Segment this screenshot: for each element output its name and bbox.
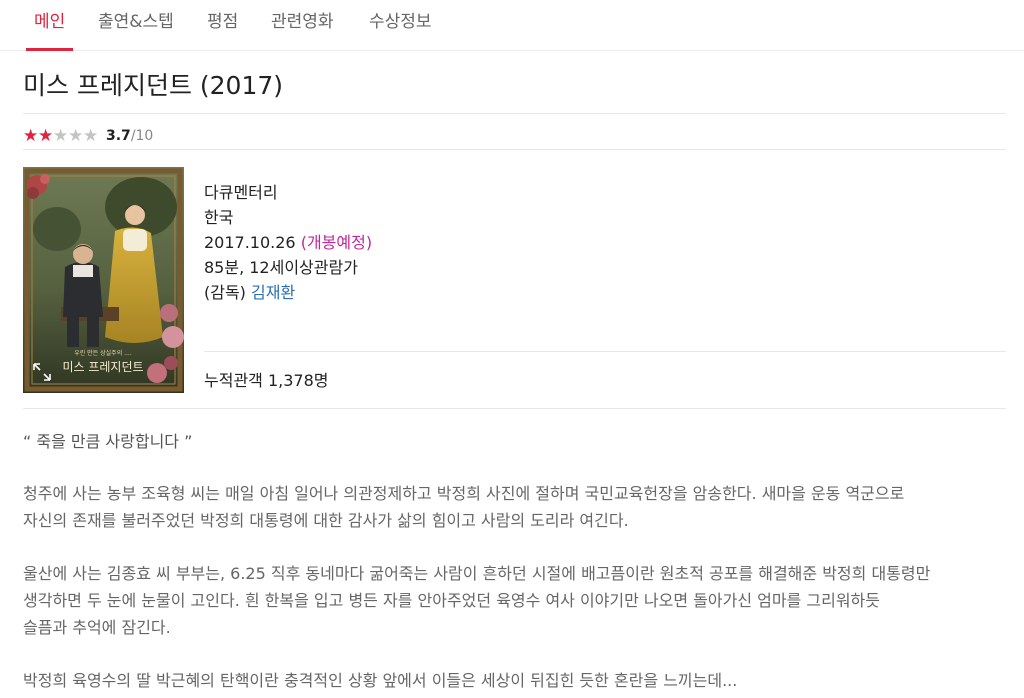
movie-poster[interactable]: 우린 만든 상실주의 .... 미스 프레지던트 [23, 167, 184, 393]
star-icon: ★ [53, 125, 69, 146]
release-date: 2017.10.26 [204, 233, 296, 252]
page-title: 미스 프레지던트 (2017) [23, 71, 284, 100]
director-label: (감독) [204, 283, 246, 302]
divider [23, 113, 1006, 114]
tab-awards[interactable]: 수상정보 [369, 10, 432, 50]
expand-icon[interactable] [32, 362, 52, 382]
tab-cast-staff[interactable]: 출연&스텝 [98, 10, 174, 50]
tab-ratings[interactable]: 평점 [207, 10, 238, 50]
director-info: (감독) 김재환 [204, 279, 295, 303]
divider [23, 408, 1006, 409]
tagline: “ 죽을 만큼 사랑합니다 ” [23, 432, 193, 451]
tab-bar: 메인 출연&스텝 평점 관련영화 수상정보 [0, 0, 1024, 51]
divider [23, 149, 1006, 150]
star-icon: ★ [23, 125, 39, 146]
synopsis-line: 슬픔과 추억에 잠긴다. [23, 618, 171, 637]
synopsis-line: 박정희 육영수의 딸 박근혜의 탄핵이란 충격적인 상황 앞에서 이들은 세상이… [23, 671, 738, 690]
synopsis-paragraph: 청주에 사는 농부 조육형 씨는 매일 아침 일어나 의관정제하고 박정희 사진… [23, 480, 1013, 534]
director-link[interactable]: 김재환 [251, 283, 295, 302]
audience-count: 누적관객 1,378명 [204, 371, 329, 390]
synopsis-paragraph: 울산에 사는 김종효 씨 부부는, 6.25 직후 동네마다 굶어죽는 사람이 … [23, 560, 1013, 641]
runtime-rating: 85분, 12세이상관람가 [204, 258, 358, 277]
genre: 다큐멘터리 [204, 183, 278, 202]
star-icon: ★ [83, 125, 99, 146]
synopsis-line: 울산에 사는 김종효 씨 부부는, 6.25 직후 동네마다 굶어죽는 사람이 … [23, 564, 931, 583]
tab-main[interactable]: 메인 [25, 10, 74, 51]
poster-caption-small: 우린 만든 상실주의 .... [74, 349, 132, 357]
synopsis-paragraph: 박정희 육영수의 딸 박근혜의 탄핵이란 충격적인 상황 앞에서 이들은 세상이… [23, 667, 1013, 694]
synopsis-line: 생각하면 두 눈에 눈물이 고인다. 흰 한복을 입고 병든 자를 안아주었던 … [23, 591, 880, 610]
country: 한국 [204, 208, 234, 227]
star-icon: ★ [68, 125, 84, 146]
rating: ★ ★ ★ ★ ★ 3.7/10 [23, 126, 153, 146]
tab-related-movies[interactable]: 관련영화 [271, 10, 334, 50]
poster-caption-title: 미스 프레지던트 [62, 360, 143, 374]
synopsis-line: 청주에 사는 농부 조육형 씨는 매일 아침 일어나 의관정제하고 박정희 사진… [23, 484, 905, 503]
release-badge: (개봉예정) [300, 233, 373, 252]
rating-score: 3.7 [106, 128, 131, 144]
synopsis-line: 자신의 존재를 불러주었던 박정희 대통령에 대한 감사가 삶의 힘이고 사람의… [23, 511, 629, 530]
divider [204, 351, 1006, 352]
rating-max: /10 [130, 128, 154, 144]
release-info: 2017.10.26 (개봉예정) [204, 229, 372, 253]
star-icon: ★ [38, 125, 54, 146]
